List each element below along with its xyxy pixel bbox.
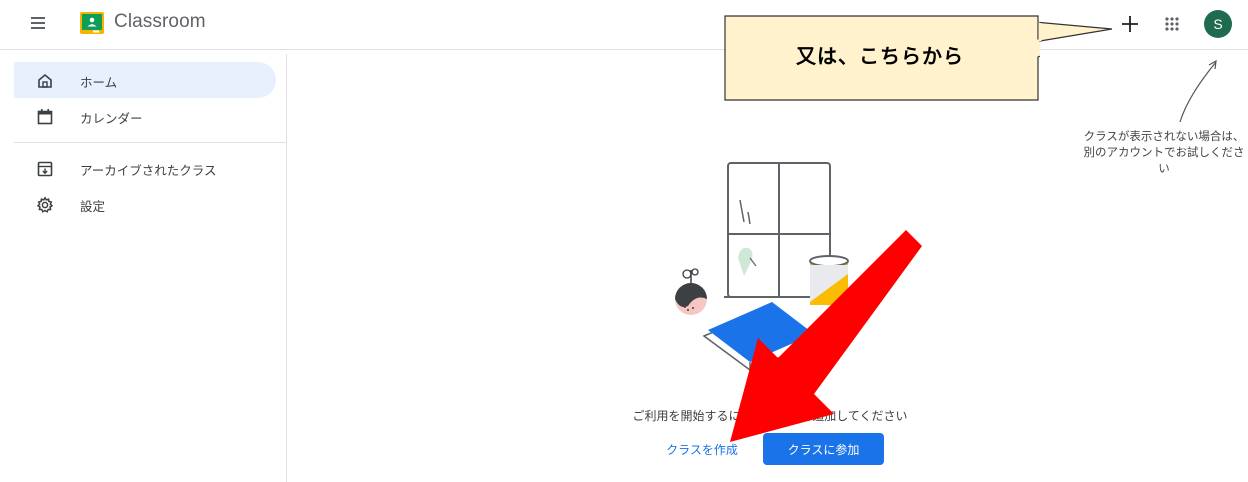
hamburger-menu-icon[interactable] bbox=[28, 14, 48, 32]
sidebar-item-settings[interactable]: 設定 bbox=[14, 186, 276, 222]
archive-icon bbox=[37, 161, 53, 177]
home-icon bbox=[38, 73, 52, 88]
app-title[interactable]: Classroom bbox=[114, 11, 206, 33]
account-avatar[interactable]: S bbox=[1204, 10, 1232, 38]
sidebar-item-label: アーカイブされたクラス bbox=[80, 163, 217, 178]
google-apps-icon[interactable] bbox=[1160, 12, 1184, 36]
sidebar-item-archived[interactable]: アーカイブされたクラス bbox=[14, 150, 276, 186]
sidebar-nav: ホーム カレンダー アーカイブされたクラス 設定 bbox=[0, 54, 287, 482]
classroom-logo-icon[interactable] bbox=[80, 12, 104, 34]
calendar-icon bbox=[37, 109, 53, 125]
settings-gear-icon bbox=[36, 196, 54, 213]
callout-text: 又は、こちらから bbox=[796, 44, 964, 68]
sidebar-divider bbox=[14, 142, 286, 143]
empty-state-message: ご利用を開始するには、クラスを追加してください bbox=[632, 409, 908, 423]
empty-state-illustration bbox=[675, 162, 849, 382]
plus-icon[interactable] bbox=[1118, 12, 1142, 36]
sidebar-item-label: ホーム bbox=[80, 75, 118, 90]
sidebar-item-label: 設定 bbox=[80, 199, 106, 214]
sidebar-item-home[interactable]: ホーム bbox=[14, 62, 276, 98]
sidebar-item-label: カレンダー bbox=[80, 111, 143, 126]
account-hint-text: クラスが表示されない場合は、別のアカウントでお試しください bbox=[1083, 129, 1245, 175]
callout-pointer bbox=[1038, 21, 1113, 42]
create-class-button[interactable]: クラスを作成 bbox=[652, 433, 752, 465]
curved-arrow-icon bbox=[1179, 59, 1217, 123]
join-class-button[interactable]: クラスに参加 bbox=[763, 433, 884, 465]
sidebar-item-calendar[interactable]: カレンダー bbox=[14, 98, 276, 134]
